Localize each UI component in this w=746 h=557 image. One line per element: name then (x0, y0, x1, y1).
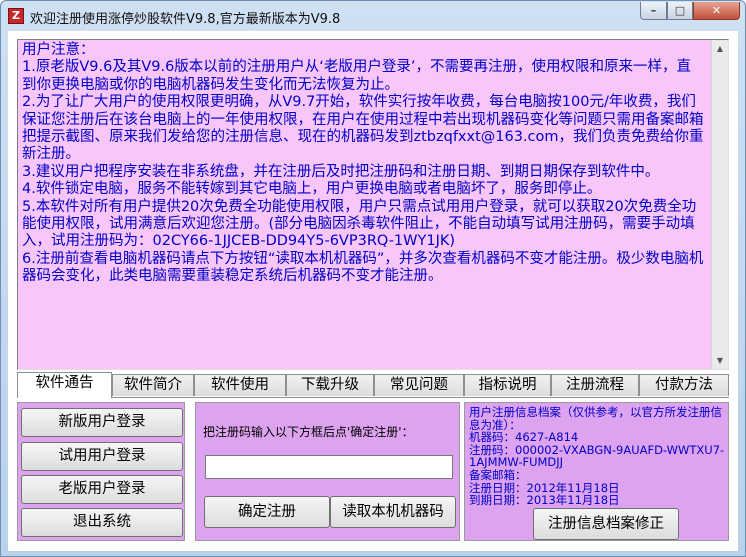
registration-code-input[interactable] (205, 455, 453, 479)
fix-registration-archive-button[interactable]: 注册信息档案修正 (533, 508, 679, 540)
tab-divider (17, 397, 729, 398)
login-panel: 新版用户登录 试用用户登录 老版用户登录 退出系统 (17, 402, 185, 541)
minimize-button[interactable]: – (640, 2, 667, 20)
tab-strip: 软件通告 软件简介 软件使用 下载升级 常见问题 指标说明 注册流程 付款方法 (17, 372, 729, 398)
confirm-registration-button[interactable]: 确定注册 (204, 496, 330, 528)
app-logo-icon: Z (8, 8, 24, 24)
scroll-up-arrow-icon[interactable]: ▲ (712, 40, 728, 57)
notice-textbox[interactable]: 用户注意： 1.原老版V9.6及其V9.6版本以前的注册用户从‘老版用户登录’，… (17, 39, 729, 370)
tab-software-usage[interactable]: 软件使用 (194, 374, 286, 396)
scroll-down-arrow-icon[interactable]: ▼ (712, 352, 728, 369)
registration-prompt: 把注册码输入以下方框后点'确定注册'： (203, 425, 414, 439)
registration-panel: 把注册码输入以下方框后点'确定注册'： 确定注册 读取本机机器码 (195, 402, 460, 541)
close-button[interactable]: ✕ (693, 2, 740, 20)
tab-indicator-help[interactable]: 指标说明 (464, 374, 551, 396)
new-user-login-button[interactable]: 新版用户登录 (21, 408, 183, 437)
tab-payment-method[interactable]: 付款方法 (639, 374, 729, 396)
client-area: 用户注意： 1.原老版V9.6及其V9.6版本以前的注册用户从‘老版用户登录’，… (8, 31, 738, 551)
tab-software-intro[interactable]: 软件简介 (112, 374, 194, 396)
title-bar[interactable]: Z 欢迎注册使用涨停炒股软件V9.8,官方最新版本为V9.8 – □ ✕ (1, 1, 745, 31)
main-window: Z 欢迎注册使用涨停炒股软件V9.8,官方最新版本为V9.8 – □ ✕ 用户注… (0, 0, 746, 557)
old-user-login-button[interactable]: 老版用户登录 (21, 475, 183, 504)
read-machine-code-button[interactable]: 读取本机机器码 (330, 496, 456, 528)
tab-faq[interactable]: 常见问题 (374, 374, 464, 396)
notice-text: 用户注意： 1.原老版V9.6及其V9.6版本以前的注册用户从‘老版用户登录’，… (22, 42, 704, 285)
tab-download-upgrade[interactable]: 下载升级 (286, 374, 374, 396)
window-title: 欢迎注册使用涨停炒股软件V9.8,官方最新版本为V9.8 (30, 12, 341, 27)
user-info-text: 用户注册信息档案（仅供参考，以官方所发注册信息为准）： 机器码：4627-A81… (469, 405, 725, 508)
trial-user-login-button[interactable]: 试用用户登录 (21, 442, 183, 471)
tab-registration-flow[interactable]: 注册流程 (551, 374, 639, 396)
user-info-panel: 用户注册信息档案（仅供参考，以官方所发注册信息为准）： 机器码：4627-A81… (464, 402, 729, 541)
tab-software-notice[interactable]: 软件通告 (17, 372, 112, 398)
notice-scrollbar[interactable]: ▲ ▼ (711, 40, 728, 369)
exit-button[interactable]: 退出系统 (21, 508, 183, 537)
maximize-button[interactable]: □ (667, 2, 693, 20)
